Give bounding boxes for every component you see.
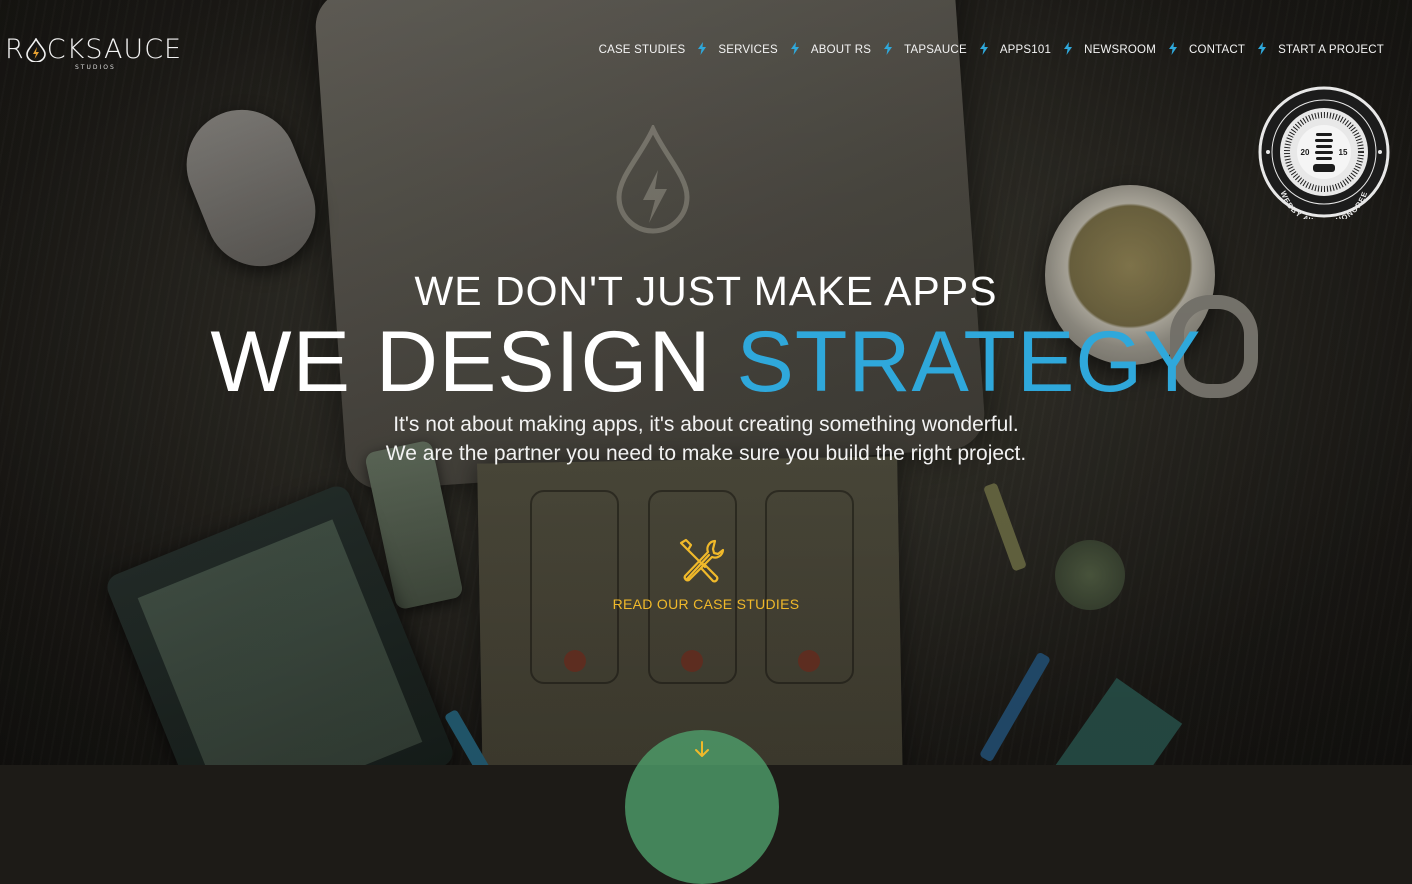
webby-award-badge[interactable]: 20 15 WEBBY AWARD HONOREE — [1257, 85, 1391, 219]
nav-services[interactable]: SERVICES — [718, 44, 778, 56]
badge-year-left: 20 — [1301, 148, 1310, 157]
lightning-bolt-icon — [979, 42, 988, 55]
hero-headline-main: WE DESIGN — [210, 314, 737, 410]
lightning-bolt-icon — [1258, 42, 1267, 55]
rocksauce-logo[interactable]: R CKSAUCE STUDIOS — [5, 34, 183, 71]
hero-subtext: It's not about making apps, it's about c… — [0, 410, 1412, 468]
badge-year-right: 15 — [1339, 148, 1348, 157]
lightning-bolt-icon — [698, 42, 707, 55]
hero-headline-accent: STRATEGY — [736, 314, 1202, 410]
nav-case-studies[interactable]: CASE STUDIES — [599, 44, 686, 56]
nav-about-rs[interactable]: ABOUT RS — [811, 44, 871, 56]
hero-subtext-line1: It's not about making apps, it's about c… — [393, 413, 1019, 436]
lightning-bolt-icon — [790, 42, 799, 55]
hero-headline: WE DESIGN STRATEGY — [0, 310, 1412, 414]
read-case-studies-link[interactable]: READ OUR CASE STUDIES — [0, 596, 1412, 612]
logo-text-right: CKSAUCE — [46, 34, 183, 65]
hero-tagline: WE DON'T JUST MAKE APPS — [414, 268, 998, 314]
nav-start-a-project[interactable]: START A PROJECT — [1278, 44, 1384, 56]
logo-text-left: R — [5, 34, 25, 65]
main-nav: CASE STUDIES SERVICES ABOUT RS TAPSAUCE … — [599, 42, 1384, 57]
lightning-bolt-icon — [1168, 42, 1177, 55]
nav-apps101[interactable]: APPS101 — [1000, 44, 1051, 56]
hero-subtext-line2: We are the partner you need to make sure… — [385, 442, 1027, 465]
nav-tapsauce[interactable]: TAPSAUCE — [904, 44, 967, 56]
arrow-down-icon — [695, 741, 709, 757]
lightning-drop-icon — [25, 37, 46, 62]
logo-subtitle: STUDIOS — [75, 64, 116, 71]
lightning-bolt-icon — [1064, 42, 1073, 55]
wrench-screwdriver-icon[interactable] — [677, 537, 727, 587]
nav-contact[interactable]: CONTACT — [1189, 44, 1245, 56]
nav-newsroom[interactable]: NEWSROOM — [1084, 44, 1156, 56]
lightning-bolt-icon — [884, 42, 893, 55]
